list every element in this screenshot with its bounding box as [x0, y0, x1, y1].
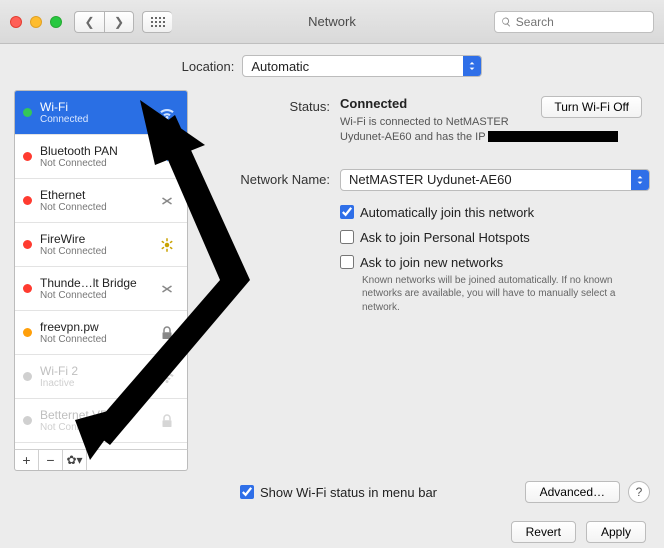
sidebar-item-status: Not Connected — [40, 246, 147, 257]
sidebar-item-freevpn[interactable]: freevpn.pw Not Connected — [15, 311, 187, 355]
sidebar-item-status: Not Connected — [40, 334, 147, 345]
sidebar-item-label: Wi-Fi 2 — [40, 364, 147, 378]
forward-button[interactable]: ❯ — [104, 11, 134, 33]
detail-panel: Status: Connected Turn Wi-Fi Off Wi-Fi i… — [200, 88, 650, 471]
sidebar-item-label: freevpn.pw — [40, 320, 147, 334]
checkbox-input[interactable] — [240, 485, 254, 499]
zoom-window-button[interactable] — [50, 16, 62, 28]
minimize-window-button[interactable] — [30, 16, 42, 28]
interface-list: Wi-Fi Connected Bluetooth PAN Not Connec… — [14, 90, 188, 450]
ask-hotspot-checkbox[interactable]: Ask to join Personal Hotspots — [340, 230, 650, 245]
vpn-lock-icon — [155, 324, 179, 342]
status-dot-icon — [23, 284, 32, 293]
revert-button[interactable]: Revert — [511, 521, 576, 543]
location-value: Automatic — [251, 59, 309, 74]
add-interface-button[interactable]: + — [15, 450, 39, 470]
checkbox-label: Ask to join new networks — [360, 255, 503, 270]
status-description: Wi-Fi is connected to NetMASTER Uydunet-… — [340, 115, 620, 145]
status-dot-icon — [23, 152, 32, 161]
status-label: Status: — [200, 96, 340, 114]
sidebar-item-status: Not Connected — [40, 158, 147, 169]
content: Wi-Fi Connected Bluetooth PAN Not Connec… — [0, 88, 664, 479]
search-icon — [501, 16, 512, 28]
sidebar-item-status: Connected — [40, 114, 147, 125]
ask-new-checkbox[interactable]: Ask to join new networks — [340, 255, 650, 270]
help-button[interactable]: ? — [628, 481, 650, 503]
sidebar-item-ethernet[interactable]: Ethernet Not Connected — [15, 179, 187, 223]
checkbox-label: Show Wi-Fi status in menu bar — [260, 485, 437, 500]
grid-icon — [151, 17, 165, 27]
action-row: Revert Apply — [0, 503, 664, 543]
wifi-icon — [155, 368, 179, 386]
sidebar-item-status: Inactive — [40, 378, 147, 389]
bluetooth-icon — [155, 148, 179, 166]
interface-actions-button[interactable]: ✿▾ — [63, 450, 87, 470]
sidebar-wrap: Wi-Fi Connected Bluetooth PAN Not Connec… — [14, 88, 188, 471]
sidebar-item-betternet[interactable]: Betternet VPN Not Connected — [15, 399, 187, 443]
wifi-icon — [155, 104, 179, 122]
status-dot-icon — [23, 196, 32, 205]
sidebar-item-wifi[interactable]: Wi-Fi Connected — [15, 91, 187, 135]
checkbox-label: Ask to join Personal Hotspots — [360, 230, 530, 245]
search-input[interactable] — [516, 15, 647, 29]
location-label: Location: — [182, 59, 235, 74]
popup-caret-icon — [631, 170, 649, 190]
status-value: Connected — [340, 96, 407, 111]
titlebar: ❮ ❯ Network — [0, 0, 664, 44]
sidebar-item-thunderbolt[interactable]: Thunde…lt Bridge Not Connected — [15, 267, 187, 311]
status-dot-icon — [23, 372, 32, 381]
status-dot-icon — [23, 328, 32, 337]
turn-wifi-off-button[interactable]: Turn Wi-Fi Off — [541, 96, 642, 118]
window-title: Network — [308, 14, 356, 29]
network-name-value: NetMASTER Uydunet-AE60 — [349, 172, 512, 187]
popup-caret-icon — [463, 56, 481, 76]
sidebar-item-wifi2[interactable]: Wi-Fi 2 Inactive — [15, 355, 187, 399]
sidebar-item-firewire[interactable]: FireWire Not Connected — [15, 223, 187, 267]
auto-join-checkbox[interactable]: Automatically join this network — [340, 205, 650, 220]
sidebar-item-label: Bluetooth PAN — [40, 144, 147, 158]
checkbox-input[interactable] — [340, 255, 354, 269]
checkbox-input[interactable] — [340, 230, 354, 244]
close-window-button[interactable] — [10, 16, 22, 28]
redacted-block — [488, 131, 618, 142]
show-all-button[interactable] — [142, 11, 172, 33]
window-controls — [10, 16, 62, 28]
search-field[interactable] — [494, 11, 654, 33]
sidebar-footer: + − ✿▾ — [14, 449, 188, 471]
sidebar-item-status: Not Connected — [40, 422, 147, 433]
show-menu-checkbox[interactable]: Show Wi-Fi status in menu bar — [240, 485, 437, 500]
sidebar-item-label: Ethernet — [40, 188, 147, 202]
location-popup[interactable]: Automatic — [242, 55, 482, 77]
sidebar-item-label: FireWire — [40, 232, 147, 246]
checkbox-label: Automatically join this network — [360, 205, 534, 220]
remove-interface-button[interactable]: − — [39, 450, 63, 470]
network-name-popup[interactable]: NetMASTER Uydunet-AE60 — [340, 169, 650, 191]
sidebar-item-status: Not Connected — [40, 290, 147, 301]
status-dot-icon — [23, 240, 32, 249]
apply-button[interactable]: Apply — [586, 521, 646, 543]
status-dot-icon — [23, 108, 32, 117]
sidebar-item-status: Not Connected — [40, 202, 147, 213]
sidebar-item-label: Betternet VPN — [40, 408, 147, 422]
status-dot-icon — [23, 416, 32, 425]
checkbox-input[interactable] — [340, 205, 354, 219]
ask-new-description: Known networks will be joined automatica… — [362, 274, 622, 315]
firewire-icon — [155, 236, 179, 254]
sidebar-item-bluetooth[interactable]: Bluetooth PAN Not Connected — [15, 135, 187, 179]
advanced-button[interactable]: Advanced… — [525, 481, 620, 503]
sidebar-item-label: Thunde…lt Bridge — [40, 276, 147, 290]
bottom-row: Show Wi-Fi status in menu bar Advanced… … — [0, 481, 664, 503]
ethernet-icon — [155, 192, 179, 210]
thunderbolt-icon — [155, 280, 179, 298]
network-name-label: Network Name: — [200, 169, 340, 187]
location-row: Location: Automatic — [0, 44, 664, 88]
sidebar-item-label: Wi-Fi — [40, 100, 147, 114]
back-button[interactable]: ❮ — [74, 11, 104, 33]
nav-buttons: ❮ ❯ — [74, 11, 134, 33]
vpn-lock-icon — [155, 412, 179, 430]
